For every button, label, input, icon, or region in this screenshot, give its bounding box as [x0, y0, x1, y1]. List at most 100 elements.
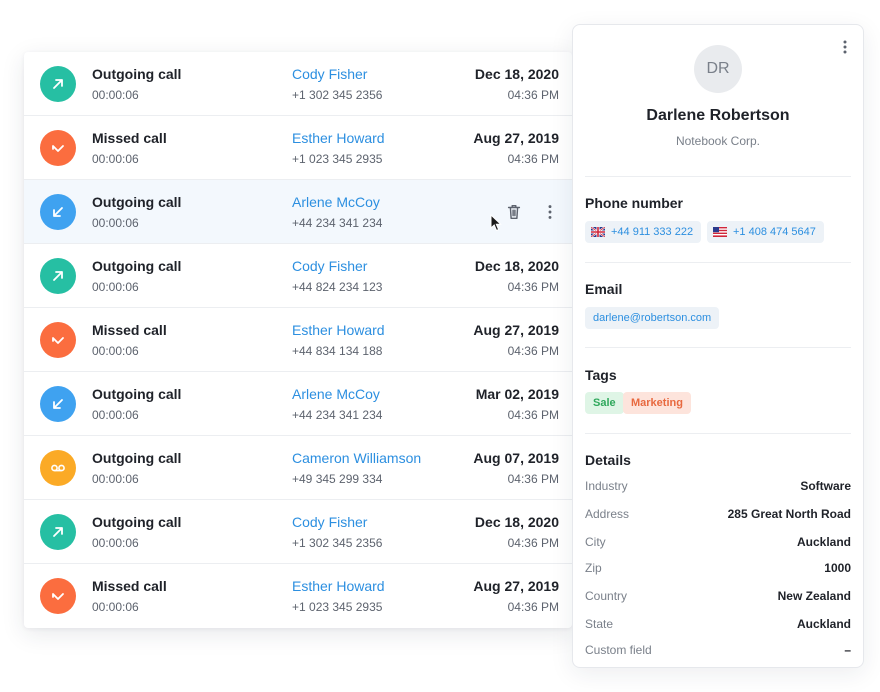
call-row[interactable]: Outgoing call 00:00:06 Arlene McCoy +44 …: [24, 372, 572, 436]
contact-name-link[interactable]: Esther Howard: [292, 578, 385, 594]
call-date: Dec 18, 2020: [474, 66, 559, 82]
more-vertical-icon: [843, 40, 847, 54]
call-type: Outgoing call: [92, 258, 182, 274]
mouse-cursor-icon: [490, 214, 502, 232]
uk-flag-icon: [591, 227, 605, 237]
detail-value-custom-field: –: [844, 643, 851, 657]
voicemail-icon: [40, 450, 76, 486]
detail-label-industry: Industry: [585, 479, 628, 493]
call-type: Missed call: [92, 130, 167, 146]
call-date: Aug 27, 2019: [473, 130, 559, 146]
contact-details-panel: DR Darlene Robertson Notebook Corp. Phon…: [572, 24, 864, 668]
outgoing-call-icon: [40, 258, 76, 294]
detail-label-city: City: [585, 535, 606, 549]
call-date: Dec 18, 2020: [474, 258, 559, 274]
call-time: 04:36 PM: [507, 280, 559, 294]
contact-phone: +1 302 345 2356: [292, 536, 383, 550]
divider: [585, 176, 851, 177]
call-type: Outgoing call: [92, 386, 182, 402]
contact-name-link[interactable]: Cody Fisher: [292, 514, 367, 530]
divider: [585, 347, 851, 348]
contact-name-link[interactable]: Cody Fisher: [292, 258, 367, 274]
call-type: Outgoing call: [92, 194, 182, 210]
contact-name-link[interactable]: Cody Fisher: [292, 66, 367, 82]
call-date: Dec 18, 2020: [474, 514, 559, 530]
contact-name-link[interactable]: Arlene McCoy: [292, 386, 380, 402]
detail-value-industry: Software: [800, 479, 851, 493]
call-duration: 00:00:06: [92, 216, 139, 230]
call-row[interactable]: Outgoing call 00:00:06 Cody Fisher +1 30…: [24, 52, 572, 116]
call-date: Aug 07, 2019: [473, 450, 559, 466]
detail-value-city: Auckland: [796, 535, 851, 549]
tag-marketing[interactable]: Marketing: [623, 392, 691, 414]
tag-sale[interactable]: Sale: [585, 392, 624, 414]
call-date: Aug 27, 2019: [473, 578, 559, 594]
call-time: 04:36 PM: [507, 472, 559, 486]
call-type: Missed call: [92, 578, 167, 594]
row-more-button[interactable]: [540, 202, 560, 222]
contact-phone: +44 234 341 234: [292, 408, 383, 422]
call-row[interactable]: Outgoing call 00:00:06 Cameron Williamso…: [24, 436, 572, 500]
contact-phone: +1 023 345 2935: [292, 152, 383, 166]
call-time: 04:36 PM: [507, 152, 559, 166]
contact-phone: +44 834 134 188: [292, 344, 383, 358]
outgoing-call-icon: [40, 66, 76, 102]
phone-section-title: Phone number: [585, 195, 684, 211]
call-row[interactable]: Missed call 00:00:06 Esther Howard +1 02…: [24, 564, 572, 628]
call-time: 04:36 PM: [507, 536, 559, 550]
contact-phone: +1 302 345 2356: [292, 88, 383, 102]
call-row[interactable]: Missed call 00:00:06 Esther Howard +1 02…: [24, 116, 572, 180]
incoming-call-icon: [40, 194, 76, 230]
contact-name-link[interactable]: Arlene McCoy: [292, 194, 380, 210]
call-row[interactable]: Outgoing call 00:00:06 Cody Fisher +44 8…: [24, 244, 572, 308]
call-list: Outgoing call 00:00:06 Cody Fisher +1 30…: [24, 52, 572, 628]
call-duration: 00:00:06: [92, 472, 139, 486]
detail-value-state: Auckland: [796, 617, 851, 631]
detail-label-country: Country: [585, 589, 628, 603]
phone-chip[interactable]: +1 408 474 5647: [707, 221, 824, 243]
contact-phone: +44 824 234 123: [292, 280, 383, 294]
detail-label-address: Address: [585, 507, 630, 521]
call-duration: 00:00:06: [92, 536, 139, 550]
contact-name-link[interactable]: Esther Howard: [292, 130, 385, 146]
contact-phone: +44 234 341 234: [292, 216, 383, 230]
detail-value-address: 285 Great North Road: [727, 507, 851, 521]
contact-name-link[interactable]: Cameron Williamson: [292, 450, 421, 466]
call-duration: 00:00:06: [92, 152, 139, 166]
panel-more-button[interactable]: [839, 39, 851, 55]
call-duration: 00:00:06: [92, 408, 139, 422]
email-chip[interactable]: darlene@robertson.com: [585, 307, 720, 329]
incoming-call-icon: [40, 386, 76, 422]
detail-value-country: New Zealand: [777, 589, 851, 603]
details-section-title: Details: [585, 452, 631, 468]
phone-chip[interactable]: +44 911 333 222: [585, 221, 702, 243]
delete-button[interactable]: [504, 202, 524, 222]
call-row[interactable]: Outgoing call 00:00:06 Cody Fisher +1 30…: [24, 500, 572, 564]
detail-value-zip: 1000: [824, 561, 851, 575]
contact-name-link[interactable]: Esther Howard: [292, 322, 385, 338]
contact-name: Darlene Robertson: [646, 107, 790, 124]
call-type: Outgoing call: [92, 450, 182, 466]
divider: [585, 433, 851, 434]
email-section-title: Email: [585, 281, 623, 297]
detail-label-custom-field: Custom field: [585, 643, 652, 657]
missed-call-icon: [40, 322, 76, 358]
call-time: 04:36 PM: [507, 408, 559, 422]
contact-company: Notebook Corp.: [675, 134, 761, 148]
call-row-selected[interactable]: Outgoing call 00:00:06 Arlene McCoy +44 …: [24, 180, 572, 244]
call-row[interactable]: Missed call 00:00:06 Esther Howard +44 8…: [24, 308, 572, 372]
avatar: DR: [694, 45, 742, 93]
detail-label-zip: Zip: [585, 561, 602, 575]
call-time: 04:36 PM: [507, 88, 559, 102]
call-type: Outgoing call: [92, 66, 182, 82]
trash-icon: [507, 204, 521, 220]
call-duration: 00:00:06: [92, 88, 139, 102]
contact-phone: +1 023 345 2935: [292, 600, 383, 614]
call-duration: 00:00:06: [92, 344, 139, 358]
phone-number: +44 911 333 222: [611, 226, 694, 238]
call-date: Aug 27, 2019: [473, 322, 559, 338]
divider: [585, 262, 851, 263]
detail-label-state: State: [585, 617, 614, 631]
contact-phone: +49 345 299 334: [292, 472, 383, 486]
outgoing-call-icon: [40, 514, 76, 550]
